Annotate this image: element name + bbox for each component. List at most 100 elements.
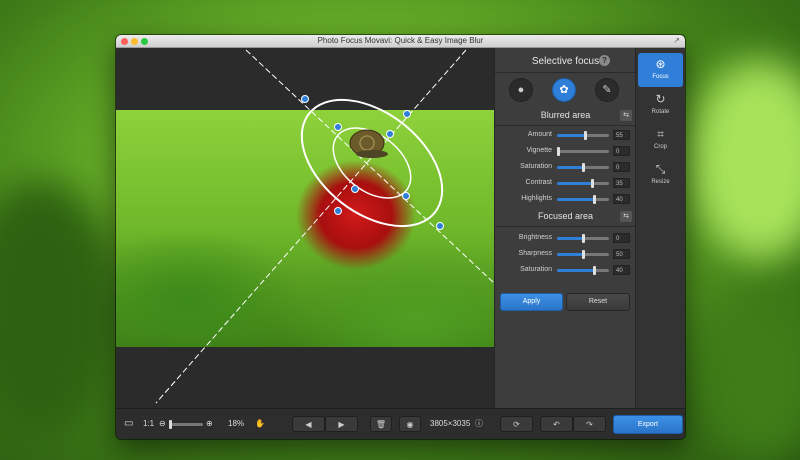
slider-label: Highlights — [521, 195, 552, 202]
slider-contrast[interactable]: Contrast 35 — [495, 178, 636, 190]
slider-knob[interactable] — [582, 163, 585, 172]
slider-track[interactable] — [557, 250, 609, 259]
slider-value[interactable]: 40 — [613, 194, 630, 204]
slider-track[interactable] — [557, 234, 609, 243]
background-blur-light — [690, 60, 800, 260]
actual-size-button[interactable]: 1:1 — [143, 416, 154, 432]
sidebar-item-label: Rotate — [651, 109, 670, 115]
slider-knob[interactable] — [582, 250, 585, 259]
preview-toggle-button[interactable]: ◉ — [399, 416, 421, 432]
selective-focus-panel: Selective focus ? ● ✿ ✎ Blurred area ⇆ A… — [494, 48, 636, 408]
slider-knob[interactable] — [593, 195, 596, 204]
previous-image-button[interactable]: ◀ — [292, 416, 325, 432]
focus-overlay[interactable] — [116, 48, 494, 408]
slider-track[interactable] — [557, 266, 609, 275]
bottom-toolbar: ▭ 1:1 ⊖ ⊕ 18% ✋ ◀ ▶ 🗑 ◉ 3805×3035 ⓘ ⟳ ↶ … — [116, 408, 685, 439]
focus-handle — [402, 192, 410, 200]
slider-label: Brightness — [518, 234, 552, 241]
slider-vignette[interactable]: Vignette 0 — [495, 146, 636, 158]
slider-value[interactable]: 0 — [613, 233, 630, 243]
redo-button[interactable]: ↷ — [573, 416, 606, 432]
fullscreen-icon[interactable]: ↗ — [673, 36, 680, 45]
slider-knob[interactable] — [582, 234, 585, 243]
slider-value[interactable]: 0 — [613, 146, 630, 156]
slider-knob[interactable] — [557, 147, 560, 156]
panel-divider — [495, 226, 636, 227]
undo-icon: ↶ — [553, 420, 560, 429]
compare-button[interactable]: ⟳ — [500, 416, 533, 432]
focus-handle — [334, 123, 342, 131]
slider-value[interactable]: 0 — [613, 162, 630, 172]
slider-track[interactable] — [557, 195, 609, 204]
fit-to-screen-icon[interactable]: ▭ — [124, 416, 133, 432]
focus-handle — [386, 130, 394, 138]
snail-shape — [349, 129, 388, 158]
sidebar-item-label: Resize — [651, 179, 670, 185]
focused-reset-icon[interactable]: ⇆ — [620, 211, 632, 222]
zoom-slider-knob[interactable] — [169, 420, 172, 429]
slider-amount[interactable]: Amount 55 — [495, 130, 636, 142]
window-title: Photo Focus Movavi: Quick & Easy Image B… — [317, 36, 484, 45]
slider-knob[interactable] — [593, 266, 596, 275]
sidebar-item-resize[interactable]: ⤡ Resize — [638, 158, 683, 192]
focus-handle — [334, 207, 342, 215]
image-dimensions: 3805×3035 — [430, 419, 471, 428]
sidebar-item-focus[interactable]: ⊛ Focus — [638, 53, 683, 87]
info-icon[interactable]: ⓘ — [475, 416, 483, 432]
person-tool-icon[interactable]: ● — [509, 78, 533, 102]
eye-icon: ◉ — [406, 420, 414, 429]
export-button[interactable]: Export — [613, 415, 683, 434]
slider-value[interactable]: 35 — [613, 178, 630, 188]
tulip-tool-icon[interactable]: ✿ — [552, 78, 576, 102]
tools-sidebar: ⊛ Focus ↻ Rotate ⌗ Crop ⤡ Resize — [635, 48, 685, 408]
sidebar-item-crop[interactable]: ⌗ Crop — [638, 123, 683, 157]
slider-value[interactable]: 40 — [613, 265, 630, 275]
slider-knob[interactable] — [591, 179, 594, 188]
trash-icon: 🗑 — [375, 420, 387, 429]
focus-handle — [351, 185, 359, 193]
crop-icon: ⌗ — [657, 127, 664, 141]
reset-button[interactable]: Reset — [566, 293, 630, 311]
focus-handle — [436, 222, 444, 230]
zoom-out-icon[interactable]: ⊖ — [159, 416, 166, 432]
next-image-button[interactable]: ▶ — [325, 416, 358, 432]
slider-label: Saturation — [520, 163, 552, 170]
app-window: Photo Focus Movavi: Quick & Easy Image B… — [116, 35, 685, 439]
hand-icon[interactable]: ✋ — [255, 416, 265, 432]
slider-sharpness[interactable]: Sharpness 50 — [495, 249, 636, 261]
background-blur-dark — [0, 180, 120, 440]
delete-button[interactable]: 🗑 — [370, 416, 392, 432]
focus-axis-line-2 — [245, 49, 494, 284]
image-canvas[interactable] — [116, 48, 494, 408]
slider-label: Contrast — [525, 179, 552, 186]
slider-value[interactable]: 55 — [613, 130, 630, 140]
slider-highlights[interactable]: Highlights 40 — [495, 194, 636, 206]
zoom-in-icon[interactable]: ⊕ — [206, 416, 213, 432]
slider-brightness[interactable]: Brightness 0 — [495, 233, 636, 245]
zoom-percentage: 18% — [228, 419, 245, 428]
slider-track[interactable] — [557, 163, 609, 172]
slider-saturation[interactable]: Saturation 0 — [495, 162, 636, 174]
title-bar[interactable]: Photo Focus Movavi: Quick & Easy Image B… — [116, 35, 685, 48]
brush-tool-icon[interactable]: ✎ — [595, 78, 619, 102]
sidebar-item-rotate[interactable]: ↻ Rotate — [638, 88, 683, 122]
slider-track[interactable] — [557, 179, 609, 188]
slider-focused-saturation[interactable]: Saturation 40 — [495, 265, 636, 277]
slider-track[interactable] — [557, 131, 609, 140]
resize-icon: ⤡ — [655, 162, 666, 176]
slider-knob[interactable] — [584, 131, 587, 140]
panel-divider — [495, 72, 636, 73]
undo-button[interactable]: ↶ — [540, 416, 573, 432]
slider-track[interactable] — [557, 147, 609, 156]
slider-label: Amount — [527, 131, 552, 138]
aperture-icon: ⊛ — [655, 57, 666, 71]
apply-button[interactable]: Apply — [500, 293, 563, 311]
blurred-reset-icon[interactable]: ⇆ — [620, 110, 632, 121]
slider-label: Vignette — [526, 147, 552, 154]
sidebar-item-label: Focus — [652, 74, 669, 80]
zoom-slider[interactable] — [169, 420, 203, 429]
help-icon[interactable]: ? — [599, 55, 610, 66]
previous-icon: ◀ — [305, 420, 312, 429]
slider-label: Sharpness — [518, 250, 552, 257]
slider-value[interactable]: 50 — [613, 249, 630, 259]
